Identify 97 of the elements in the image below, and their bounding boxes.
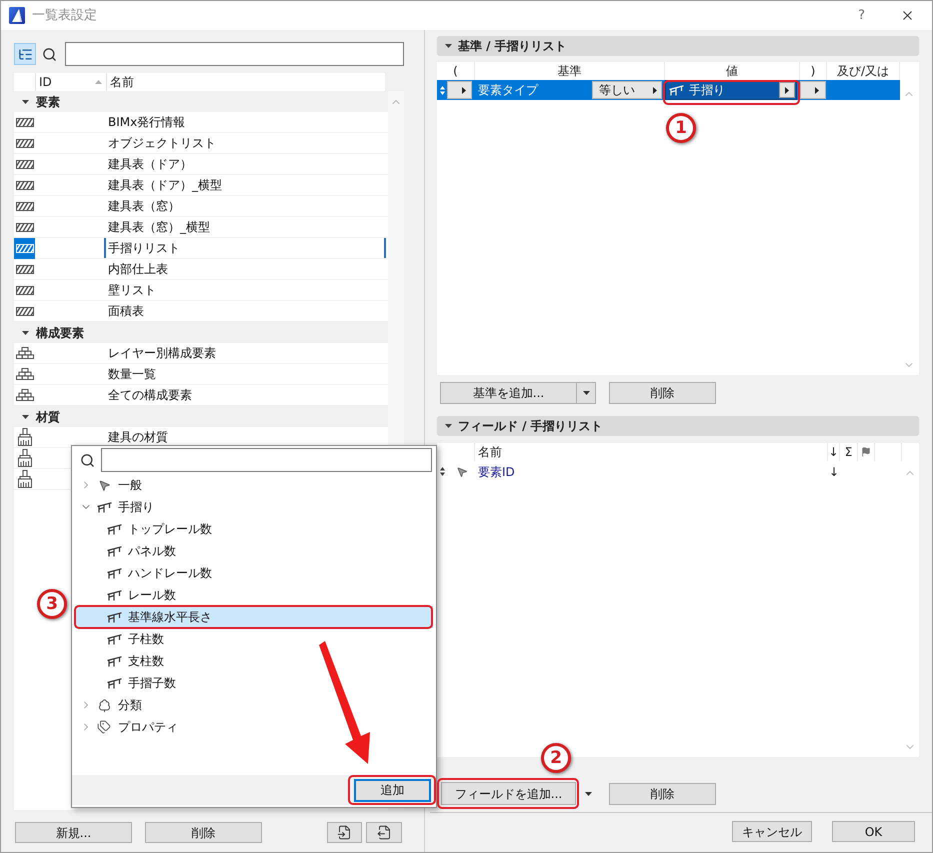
column-header[interactable]: 名前 xyxy=(478,443,502,461)
tree-item[interactable]: 分類 xyxy=(75,694,433,716)
tree-item[interactable]: 手摺り xyxy=(75,496,433,518)
railing-icon xyxy=(106,568,122,578)
dropdown-button[interactable] xyxy=(577,382,596,404)
search-field[interactable] xyxy=(65,42,404,66)
brick-stack-icon xyxy=(16,368,34,380)
paren-dropdown[interactable] xyxy=(800,81,826,99)
drag-handle-icon[interactable] xyxy=(440,467,444,476)
search-icon xyxy=(42,46,57,62)
window-title: 一覧表設定 xyxy=(32,6,97,25)
column-header[interactable]: ↓ xyxy=(828,443,839,461)
caret-right-icon xyxy=(785,86,789,94)
value-field[interactable]: 手摺り xyxy=(665,80,797,100)
hatch-icon xyxy=(16,286,34,294)
caret-right-icon xyxy=(462,86,466,94)
section-header[interactable]: 基準 / 手摺りリスト xyxy=(437,36,919,56)
brick-stack-icon xyxy=(16,347,34,359)
operator-dropdown[interactable]: 等しい xyxy=(592,81,662,99)
help-button[interactable]: ? xyxy=(856,6,867,26)
hatch-icon xyxy=(16,306,34,316)
tag-icon xyxy=(97,720,111,734)
flag-icon[interactable] xyxy=(861,447,871,457)
field-name: 要素ID xyxy=(478,464,515,480)
delete-button[interactable]: 削除 xyxy=(145,822,262,843)
delete-button[interactable]: 削除 xyxy=(609,382,716,404)
cursor-icon xyxy=(456,466,468,478)
column-header[interactable]: 値 xyxy=(726,62,738,80)
railing-icon xyxy=(106,612,122,622)
search-field[interactable] xyxy=(101,448,432,472)
group-header[interactable]: 要素 xyxy=(14,91,388,112)
file-import-icon xyxy=(337,825,352,840)
column-header[interactable]: ) xyxy=(810,62,816,80)
drag-handle-icon[interactable] xyxy=(440,86,444,94)
add-criteria-button[interactable]: 基準を追加... xyxy=(440,382,577,404)
import-button[interactable] xyxy=(327,822,362,843)
tree-item[interactable]: トップレール数 xyxy=(75,518,433,540)
hatch-icon xyxy=(16,264,34,274)
tree-item[interactable]: 子柱数 xyxy=(75,628,433,650)
caret-right-icon xyxy=(653,86,657,94)
tree-item[interactable]: 一般 xyxy=(75,474,433,496)
hatch-icon xyxy=(16,138,34,148)
column-header[interactable]: 基準 xyxy=(558,62,582,80)
brick-stack-icon xyxy=(16,389,34,401)
add-button[interactable]: 追加 xyxy=(354,778,431,802)
tree-list-icon[interactable] xyxy=(14,43,36,65)
railing-icon xyxy=(106,524,122,534)
step-number: 2 xyxy=(541,743,571,773)
column-header[interactable]: 及び/又は xyxy=(836,62,890,80)
ok-button[interactable]: OK xyxy=(832,821,915,842)
paren-dropdown[interactable] xyxy=(447,81,472,99)
hatch-icon xyxy=(16,160,34,168)
caret-down-icon xyxy=(584,792,592,796)
hatch-icon xyxy=(16,202,34,210)
sort-direction: ↓ xyxy=(828,464,840,480)
railing-icon xyxy=(106,634,122,644)
section-header[interactable]: フィールド / 手摺りリスト xyxy=(437,416,919,436)
tree-item[interactable]: レール数 xyxy=(75,584,433,606)
column-header[interactable]: Σ xyxy=(844,443,852,461)
railing-icon xyxy=(106,590,122,600)
cancel-button[interactable]: キャンセル xyxy=(732,821,812,842)
hatch-icon xyxy=(14,238,35,258)
column-header[interactable]: ID xyxy=(39,73,52,91)
tree-item[interactable]: プロパティ xyxy=(75,716,433,738)
hatch-icon xyxy=(16,118,34,126)
tree-item[interactable]: 支柱数 xyxy=(75,650,433,672)
group-header[interactable]: 構成要素 xyxy=(14,322,388,343)
cursor-icon xyxy=(98,478,110,492)
railing-icon xyxy=(96,502,112,512)
railing-icon xyxy=(106,656,122,666)
hatch-icon xyxy=(16,180,34,190)
paint-brush-icon xyxy=(16,428,32,446)
criteria-row[interactable]: 要素タイプ 等しい 手摺り xyxy=(437,80,900,100)
delete-button[interactable]: 削除 xyxy=(609,782,716,804)
value-menu-button[interactable] xyxy=(779,82,795,98)
hatch-icon xyxy=(16,222,34,232)
tree-item[interactable]: 手摺子数 xyxy=(75,672,433,694)
column-header[interactable]: ( xyxy=(453,62,458,80)
group-header[interactable]: 材質 xyxy=(14,406,388,427)
column-header[interactable]: 名前 xyxy=(110,73,134,91)
caret-right-icon xyxy=(815,86,819,94)
caret-down-icon xyxy=(582,391,590,395)
railing-icon xyxy=(106,546,122,556)
search-icon xyxy=(80,452,95,468)
tree-item[interactable]: ハンドレール数 xyxy=(75,562,433,584)
list-row[interactable]: 手摺りリスト xyxy=(14,238,388,259)
app-logo-icon xyxy=(9,7,25,24)
tree-icon xyxy=(96,698,112,712)
tree-item[interactable]: パネル数 xyxy=(75,540,433,562)
new-button[interactable]: 新規... xyxy=(15,822,132,843)
railing-icon xyxy=(669,84,684,96)
add-field-button[interactable]: フィールドを追加... xyxy=(441,782,576,805)
tree-item[interactable]: 基準線水平長さ xyxy=(75,606,433,628)
export-button[interactable] xyxy=(366,822,402,843)
file-export-icon xyxy=(376,825,392,840)
railing-icon xyxy=(106,678,122,688)
criterion-text: 要素タイプ xyxy=(478,82,538,99)
